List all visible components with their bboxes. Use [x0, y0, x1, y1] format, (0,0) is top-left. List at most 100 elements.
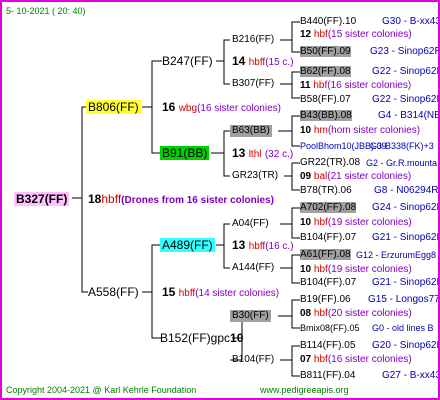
gen4-18-id: B19(FF).06 — [300, 294, 351, 305]
gen4-7-code: hm — [313, 125, 328, 136]
gen4-21-id: B114(FF).05 — [300, 340, 356, 351]
gen2-b-num: 13 — [232, 146, 246, 160]
gen0-note: (Drones from 16 sister colonies) — [121, 195, 274, 206]
gen4-16-num: 10 — [300, 264, 312, 275]
gen4-1-code: hbf — [313, 29, 328, 40]
gen1-a-mating: 16 wbg(16 sister colonies) — [162, 100, 281, 116]
queen-gen4-4[interactable]: B58(FF).07 G22 - Sinop62R — [300, 94, 438, 106]
queen-gen2-a[interactable]: B247(FF) — [162, 54, 213, 68]
queen-gen2-d[interactable]: B152(FF)gpc10 — [160, 331, 243, 345]
gen4-1-note: (15 sister colonies) — [327, 29, 412, 40]
queen-gen0[interactable]: B327(FF) — [14, 192, 70, 206]
gen4-17-src: G21 - Sinop62R — [372, 277, 440, 288]
gen4-15-src: G12 - ErzurumEgg8 — [356, 250, 437, 260]
queen-gen3-5[interactable]: A04(FF) — [232, 218, 269, 230]
copyright-text: Copyright 2004-2021 @ Karl Kehrle Founda… — [6, 385, 197, 395]
gen4-23-src: G27 - B-xx43 — [382, 370, 440, 381]
queen-gen4-12[interactable]: B104(FF).07 G21 - Sinop62R — [300, 277, 438, 289]
queen-gen3-6[interactable]: A144(FF) — [232, 262, 274, 274]
mating-gen4-1: 12 hbf(15 sister colonies) — [300, 29, 412, 41]
gen2-a-mating: 14 hbff(15 c.) — [232, 54, 294, 70]
gen4-13-note: (19 sister colonies) — [327, 217, 412, 228]
gen4-1-num: 12 — [300, 29, 312, 40]
gen4-6-src: G4 - B314(NE) — [378, 110, 440, 121]
gen4-2-src: G23 - Sinop62R — [370, 46, 440, 57]
gen4-7-num: 10 — [300, 125, 312, 136]
queen-gen1-b[interactable]: A558(FF) — [88, 285, 139, 299]
queen-gen4-15[interactable]: B114(FF).05 G20 - Sinop62R — [300, 340, 438, 352]
queen-gen4-7[interactable]: GR22(TR).08 G2 - Gr.R.mounta — [300, 157, 437, 169]
queen-gen4-3[interactable]: B62(FF).08 G22 - Sinop62R — [300, 66, 438, 78]
gen4-22-note: (16 sister colonies) — [327, 354, 412, 365]
queen-gen2-b[interactable]: B91(BB) — [160, 146, 210, 160]
gen1-b-code: hbff — [178, 288, 196, 299]
queen-gen4-2[interactable]: B50(FF).09 G23 - Sinop62R — [300, 46, 438, 58]
gen4-3-src: G22 - Sinop62R — [372, 66, 440, 77]
gen4-10-code: bal — [313, 171, 328, 182]
queen-gen4-13[interactable]: B19(FF).06 G15 - Longos77R — [300, 294, 438, 306]
gen4-1-id: B440(FF).10 — [300, 16, 357, 27]
mating-gen4-7: 08 hbf(20 sister colonies) — [300, 308, 412, 320]
gen4-12-src: G24 - Sinop62R — [372, 202, 440, 213]
queen-gen3-8[interactable]: B104(FF) — [232, 354, 274, 366]
gen4-19-note: (20 sister colonies) — [327, 308, 412, 319]
queen-gen4-9[interactable]: A702(FF).08 G24 - Sinop62R — [300, 202, 438, 214]
gen1-a-code: wbg — [178, 103, 198, 114]
gen4-11-src: G8 - N06294R — [374, 185, 439, 196]
gen2-d-id: B152(FF)gpc — [160, 331, 231, 345]
queen-gen4-10[interactable]: B104(FF).07 G21 - Sinop62R — [300, 232, 438, 244]
gen4-15-id: A61(FF).08 — [300, 249, 351, 260]
gen4-11-id: B78(TR).06 — [300, 185, 352, 196]
queen-gen3-4[interactable]: GR23(TR) — [232, 170, 278, 182]
gen4-22-num: 07 — [300, 354, 312, 365]
gen4-10-num: 09 — [300, 171, 312, 182]
gen4-14-src: G21 - Sinop62R — [372, 232, 440, 243]
gen0-mating: 18hbff(Drones from 16 sister colonies) — [88, 192, 274, 208]
queen-gen4-16[interactable]: B811(FF).04 G27 - B-xx43 — [300, 370, 438, 382]
gen4-8-src: G3-B338(FK)+3 — [370, 141, 434, 151]
queen-gen3-3[interactable]: B63(BB) — [230, 125, 272, 137]
gen2-a-note: (15 c.) — [265, 57, 294, 68]
queen-gen4-1[interactable]: B440(FF).10 G30 - B-xx43 — [300, 16, 438, 28]
gen4-10-note: (21 sister colonies) — [327, 171, 412, 182]
gen4-4-code: hbf — [313, 80, 328, 91]
gen2-d-num: 10 — [230, 331, 244, 345]
gen4-20-id: Bmix08(FF).05 — [300, 323, 360, 333]
queen-gen2-c[interactable]: A489(FF) — [160, 238, 215, 252]
gen1-a-num: 16 — [162, 100, 176, 114]
gen2-c-num: 13 — [232, 238, 246, 252]
gen4-13-code: hbf — [313, 217, 328, 228]
gen2-c-code: hbff — [248, 241, 266, 252]
queen-gen1-a[interactable]: B806(FF) — [86, 100, 141, 114]
queen-gen4-14[interactable]: Bmix08(FF).05 G0 - old lines B — [300, 322, 434, 334]
gen2-b-code: lthl — [248, 149, 262, 160]
gen1-b-num: 15 — [162, 285, 176, 299]
queen-gen4-6[interactable]: PoolBhom10(JBB).09 G3-B338(FK)+3 — [300, 140, 434, 152]
gen2-a-code: hbff — [248, 57, 266, 68]
gen4-19-num: 08 — [300, 308, 312, 319]
gen2-a-num: 14 — [232, 54, 246, 68]
gen4-21-src: G20 - Sinop62R — [372, 340, 440, 351]
queen-gen3-2[interactable]: B307(FF) — [232, 78, 274, 90]
gen0-code: hbff — [101, 192, 122, 206]
gen4-1-src: G30 - B-xx43 — [382, 16, 440, 27]
queen-gen4-8[interactable]: B78(TR).06 G8 - N06294R — [300, 185, 438, 197]
date-stamp: 5- 10-2021 ( 20: 40) — [6, 6, 86, 16]
queen-gen3-7[interactable]: B30(FF) — [230, 310, 271, 322]
gen2-c-note: (16 c.) — [265, 241, 294, 252]
site-link[interactable]: www.pedigreeapis.org — [260, 384, 349, 396]
queen-gen4-11[interactable]: A61(FF).08 G12 - ErzurumEgg8 — [300, 249, 436, 261]
queen-gen3-1[interactable]: B216(FF) — [232, 34, 274, 46]
gen1-b-note: (14 sister colonies) — [195, 288, 280, 299]
mating-gen4-6: 10 hbf(19 sister colonies) — [300, 264, 412, 276]
gen4-9-id: GR22(TR).08 — [300, 157, 361, 168]
mating-gen4-2: 11 hbf(16 sister colonies) — [300, 80, 411, 92]
gen4-5-id: B58(FF).07 — [300, 94, 351, 105]
gen4-5-src: G22 - Sinop62R — [372, 94, 440, 105]
mating-gen4-3: 10 hm(hom sister colonies) — [300, 125, 420, 137]
queen-gen4-5[interactable]: B43(BB).08 G4 - B314(NE) — [300, 110, 438, 122]
gen4-2-id: B50(FF).09 — [300, 46, 351, 57]
gen4-13-num: 10 — [300, 217, 312, 228]
gen4-16-note: (19 sister colonies) — [327, 264, 412, 275]
gen4-6-id: B43(BB).08 — [300, 110, 352, 121]
